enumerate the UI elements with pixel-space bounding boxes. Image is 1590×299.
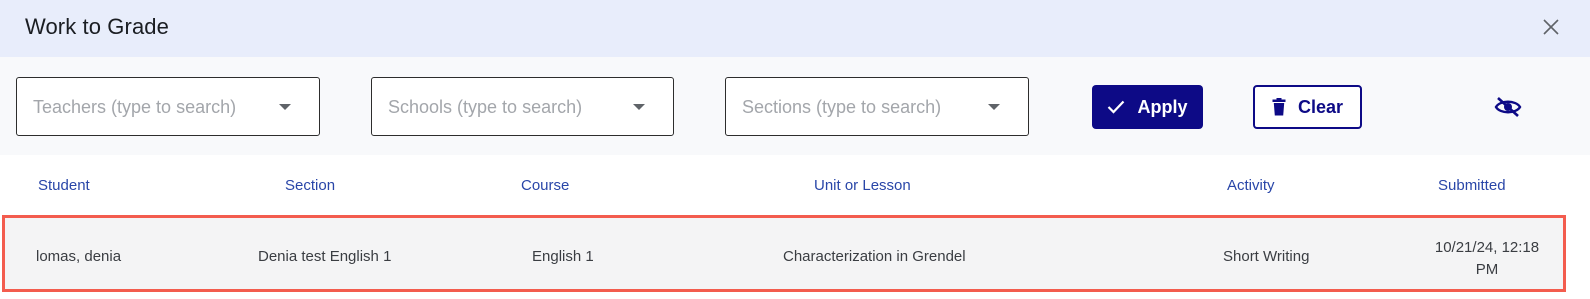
clear-label: Clear [1297, 96, 1344, 117]
apply-button[interactable]: Apply [1092, 85, 1203, 129]
check-icon [1108, 100, 1125, 114]
cell-submitted: 10/21/24, 12:18 PM [1427, 237, 1547, 281]
sections-filter[interactable] [725, 77, 1029, 136]
submitted-date: 10/21/24, 12:18 [1434, 239, 1540, 256]
cell-course: English 1 [532, 248, 594, 265]
column-header-course[interactable]: Course [521, 177, 569, 194]
cell-unit: Characterization in Grendel [783, 248, 966, 265]
close-icon[interactable] [1540, 16, 1562, 38]
column-header-submitted[interactable]: Submitted [1438, 177, 1506, 194]
schools-search-input[interactable] [386, 96, 610, 119]
clear-button[interactable]: Clear [1253, 85, 1362, 129]
submitted-period: PM [1475, 261, 1499, 278]
teachers-filter[interactable] [16, 77, 320, 136]
eye-off-icon[interactable] [1494, 96, 1522, 118]
column-header-student[interactable]: Student [38, 177, 90, 194]
table-row[interactable]: lomas, denia Denia test English 1 Englis… [2, 215, 1566, 292]
apply-label: Apply [1137, 96, 1188, 117]
cell-student: lomas, denia [36, 248, 122, 265]
trash-icon [1272, 98, 1286, 116]
cell-activity: Short Writing [1223, 248, 1310, 265]
dialog-header: Work to Grade [0, 0, 1590, 57]
sections-search-input[interactable] [740, 96, 964, 119]
chevron-down-icon[interactable] [279, 104, 291, 110]
dialog-title: Work to Grade [25, 14, 169, 39]
schools-filter[interactable] [371, 77, 674, 136]
teachers-search-input[interactable] [31, 96, 255, 119]
chevron-down-icon[interactable] [633, 104, 645, 110]
column-header-section[interactable]: Section [285, 177, 335, 194]
chevron-down-icon[interactable] [988, 104, 1000, 110]
cell-section: Denia test English 1 [258, 248, 392, 265]
column-header-unit-or-lesson[interactable]: Unit or Lesson [814, 177, 911, 194]
column-header-activity[interactable]: Activity [1227, 177, 1275, 194]
